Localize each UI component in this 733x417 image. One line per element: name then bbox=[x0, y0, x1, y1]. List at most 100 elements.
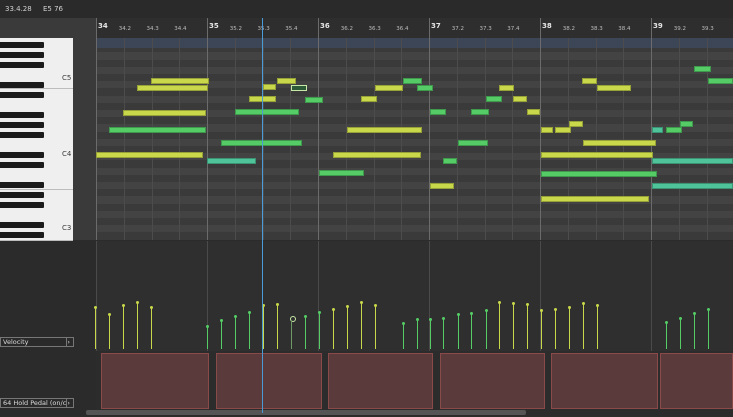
selected-midi-note[interactable] bbox=[291, 85, 307, 91]
velocity-stem[interactable] bbox=[109, 314, 110, 349]
velocity-handle[interactable] bbox=[512, 302, 515, 305]
midi-note[interactable] bbox=[541, 196, 649, 202]
midi-note[interactable] bbox=[458, 140, 488, 146]
velocity-stem[interactable] bbox=[319, 312, 320, 349]
velocity-handle[interactable] bbox=[136, 301, 139, 304]
velocity-handle[interactable] bbox=[248, 311, 251, 314]
midi-note[interactable] bbox=[569, 121, 583, 127]
velocity-stem[interactable] bbox=[151, 307, 152, 349]
velocity-handle[interactable] bbox=[554, 308, 557, 311]
midi-note[interactable] bbox=[207, 158, 256, 164]
pedal-segment[interactable] bbox=[328, 353, 433, 409]
velocity-stem[interactable] bbox=[235, 316, 236, 349]
piano-keyboard[interactable]: C5 C4 C3 bbox=[0, 38, 73, 241]
velocity-stem[interactable] bbox=[361, 302, 362, 349]
midi-note[interactable] bbox=[597, 85, 631, 91]
velocity-handle[interactable] bbox=[498, 301, 501, 304]
velocity-handle[interactable] bbox=[665, 321, 668, 324]
midi-note[interactable] bbox=[471, 109, 489, 115]
velocity-handle[interactable] bbox=[707, 308, 710, 311]
velocity-handle[interactable] bbox=[206, 325, 209, 328]
velocity-handle[interactable] bbox=[693, 312, 696, 315]
velocity-lane-label[interactable]: Velocity › bbox=[0, 337, 74, 347]
midi-note[interactable] bbox=[151, 78, 209, 84]
midi-note[interactable] bbox=[499, 85, 514, 91]
midi-note[interactable] bbox=[123, 110, 206, 116]
black-key[interactable] bbox=[0, 132, 44, 138]
black-key[interactable] bbox=[0, 152, 44, 158]
velocity-handle[interactable] bbox=[332, 308, 335, 311]
horizontal-scrollbar[interactable] bbox=[86, 410, 526, 415]
velocity-handle[interactable] bbox=[276, 303, 279, 306]
midi-note[interactable] bbox=[96, 152, 203, 158]
velocity-stem[interactable] bbox=[417, 319, 418, 349]
velocity-stem[interactable] bbox=[513, 303, 514, 349]
midi-note[interactable] bbox=[513, 96, 527, 102]
velocity-stem[interactable] bbox=[443, 318, 444, 349]
midi-note[interactable] bbox=[347, 127, 422, 133]
black-key[interactable] bbox=[0, 122, 44, 128]
midi-note[interactable] bbox=[361, 96, 377, 102]
black-key[interactable] bbox=[0, 182, 44, 188]
velocity-stem[interactable] bbox=[694, 313, 695, 349]
black-key[interactable] bbox=[0, 192, 44, 198]
velocity-stem[interactable] bbox=[375, 305, 376, 349]
black-key[interactable] bbox=[0, 162, 44, 168]
velocity-stem[interactable] bbox=[137, 302, 138, 349]
velocity-stem[interactable] bbox=[569, 307, 570, 349]
midi-note[interactable] bbox=[666, 127, 682, 133]
timeline-ruler[interactable]: 34 34.2 34.3 34.4 35 35.2 35.3 35.4 36 36.2 36.3 36… bbox=[96, 18, 733, 39]
pedal-segment[interactable] bbox=[660, 353, 733, 409]
velocity-handle[interactable] bbox=[304, 315, 307, 318]
midi-note[interactable] bbox=[708, 78, 733, 84]
cc-lane-button[interactable] bbox=[66, 398, 74, 408]
pedal-segment[interactable] bbox=[216, 353, 322, 409]
velocity-stem[interactable] bbox=[708, 309, 709, 349]
velocity-handle[interactable] bbox=[540, 309, 543, 312]
velocity-stem[interactable] bbox=[555, 309, 556, 349]
velocity-stem[interactable] bbox=[499, 302, 500, 349]
cc-lane-label[interactable]: 64 Hold Pedal (on/c › bbox=[0, 398, 74, 408]
midi-note[interactable] bbox=[541, 152, 653, 158]
midi-note[interactable] bbox=[305, 97, 323, 103]
black-key[interactable] bbox=[0, 222, 44, 228]
midi-note[interactable] bbox=[417, 85, 433, 91]
midi-note[interactable] bbox=[375, 85, 403, 91]
velocity-handle[interactable] bbox=[470, 312, 473, 315]
midi-note[interactable] bbox=[582, 78, 597, 84]
velocity-handle[interactable] bbox=[429, 318, 432, 321]
velocity-stem[interactable] bbox=[471, 313, 472, 349]
velocity-handle[interactable] bbox=[360, 301, 363, 304]
velocity-stem[interactable] bbox=[527, 304, 528, 349]
black-key[interactable] bbox=[0, 112, 44, 118]
midi-note[interactable] bbox=[137, 85, 208, 91]
midi-note[interactable] bbox=[333, 152, 421, 158]
velocity-handle[interactable] bbox=[318, 311, 321, 314]
velocity-handle[interactable] bbox=[150, 306, 153, 309]
black-key[interactable] bbox=[0, 82, 44, 88]
velocity-handle[interactable] bbox=[582, 302, 585, 305]
black-key[interactable] bbox=[0, 42, 44, 48]
midi-note[interactable] bbox=[652, 183, 733, 189]
black-key[interactable] bbox=[0, 232, 44, 238]
velocity-stem[interactable] bbox=[430, 319, 431, 349]
midi-note[interactable] bbox=[109, 127, 206, 133]
velocity-handle[interactable] bbox=[457, 313, 460, 316]
velocity-stem[interactable] bbox=[305, 316, 306, 349]
cc-lane[interactable] bbox=[96, 351, 733, 410]
velocity-stem[interactable] bbox=[541, 310, 542, 349]
velocity-handle[interactable] bbox=[94, 306, 97, 309]
midi-note[interactable] bbox=[541, 171, 657, 177]
black-key[interactable] bbox=[0, 202, 44, 208]
midi-note[interactable] bbox=[541, 127, 553, 133]
black-key[interactable] bbox=[0, 52, 44, 58]
midi-note[interactable] bbox=[277, 78, 296, 84]
velocity-stem[interactable] bbox=[333, 309, 334, 349]
velocity-lane[interactable] bbox=[94, 241, 733, 351]
midi-note[interactable] bbox=[652, 158, 733, 164]
velocity-stem[interactable] bbox=[403, 323, 404, 349]
black-key[interactable] bbox=[0, 92, 44, 98]
midi-note[interactable] bbox=[694, 66, 711, 72]
velocity-stem[interactable] bbox=[583, 303, 584, 349]
black-key[interactable] bbox=[0, 62, 44, 68]
